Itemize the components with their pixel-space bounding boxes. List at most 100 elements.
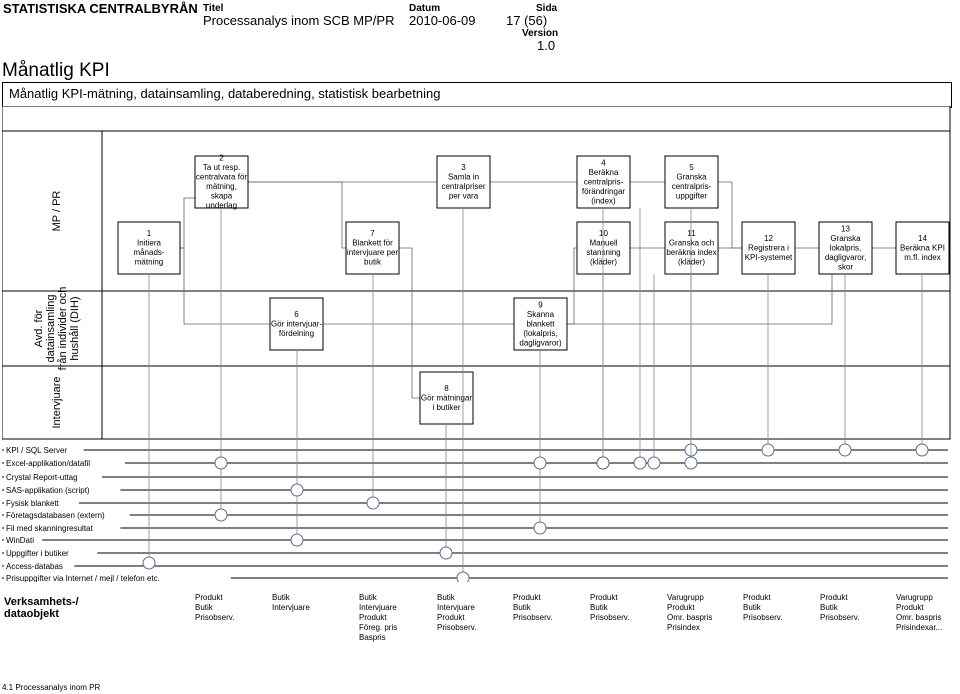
process-number: 2 bbox=[219, 154, 224, 163]
dataobject-line: Varugrupp bbox=[896, 593, 933, 602]
process-number: 7 bbox=[370, 229, 375, 238]
system-label: Företagsdatabasen (extern) bbox=[6, 511, 105, 520]
process-text: centralpris- bbox=[584, 177, 624, 186]
dataobject-line: Butik bbox=[590, 603, 608, 612]
system-marker bbox=[290, 533, 304, 547]
process-text: fördelning bbox=[279, 329, 314, 338]
dataobject-line: Prisobserv. bbox=[820, 613, 860, 622]
system-label: SAS-applikation (script) bbox=[6, 486, 90, 495]
dataobject-1: Produkt Butik Prisobserv. bbox=[195, 593, 234, 623]
dataobject-line: Prisobserv. bbox=[437, 623, 477, 632]
dataobject-line: Intervjuare bbox=[272, 603, 310, 612]
lane bbox=[2, 365, 951, 440]
page-title: Månatlig KPI bbox=[2, 60, 110, 81]
process-text: skapa bbox=[211, 192, 233, 201]
lane-label: Intervjuare bbox=[51, 377, 63, 429]
system-label: WinDati bbox=[6, 536, 34, 545]
doc-date: 2010-06-09 bbox=[409, 13, 476, 28]
dataobject-4: Butik Intervjuare Produkt Prisobserv. bbox=[437, 593, 476, 633]
dataobjects-title-line: dataobjekt bbox=[4, 608, 60, 620]
system-marker bbox=[142, 556, 156, 570]
dataobject-line: Intervjuare bbox=[359, 603, 397, 612]
dataobject-6: Produkt Butik Prisobserv. bbox=[590, 593, 629, 623]
system-marker bbox=[214, 456, 228, 470]
process-text: dagligvaror, bbox=[825, 253, 866, 262]
process-text: Beräkna bbox=[589, 168, 619, 177]
system-marker bbox=[838, 443, 852, 457]
dataobject-10: Varugrupp Produkt Omr. baspris Prisindexar.… bbox=[896, 593, 942, 633]
process-text: beräkna index bbox=[666, 248, 716, 257]
system-marker bbox=[533, 521, 547, 535]
process-box-7: 7Blankett förintervjuare perbutik bbox=[345, 221, 400, 275]
system-label: Excel-applikation/datafil bbox=[6, 459, 90, 468]
dataobject-line: Butik bbox=[359, 593, 377, 602]
dataobject-line: Prisobserv. bbox=[590, 613, 630, 622]
process-text: skor bbox=[838, 262, 853, 271]
dataobject-9: Produkt Butik Prisobserv. bbox=[820, 593, 859, 623]
process-text: Beräkna KPI bbox=[900, 243, 945, 252]
dataobject-7: Varugrupp Produkt Omr. baspris Prisindex bbox=[667, 593, 712, 633]
process-box-1: 1Initieramånads-mätning bbox=[117, 221, 181, 275]
process-text: dagligvaror) bbox=[519, 338, 562, 347]
process-text: Skanna bbox=[527, 310, 555, 319]
system-marker bbox=[596, 456, 610, 470]
dataobject-line: Butik bbox=[437, 593, 455, 602]
process-number: 14 bbox=[918, 234, 927, 243]
system-marker bbox=[290, 483, 304, 497]
dataobject-line: Butik bbox=[195, 603, 213, 612]
process-number: 6 bbox=[294, 310, 299, 319]
dataobject-line: Prisobserv. bbox=[743, 613, 783, 622]
dataobject-line: Produkt bbox=[743, 593, 771, 602]
system-marker bbox=[633, 456, 647, 470]
lane-label: datainsamling bbox=[45, 295, 57, 363]
system-marker bbox=[366, 496, 380, 510]
dataobject-line: Butik bbox=[272, 593, 290, 602]
lane-label: hushåll (DIH) bbox=[69, 296, 81, 360]
process-text: Manuell bbox=[589, 239, 617, 248]
dataobject-line: Produkt bbox=[513, 593, 541, 602]
process-text: (kläder) bbox=[590, 258, 617, 267]
process-box-4: 4Beräknacentralpris-förändringar(index) bbox=[576, 155, 631, 209]
lane-label: från individer och bbox=[57, 287, 69, 371]
process-number: 3 bbox=[461, 163, 466, 172]
dataobject-line: Prisobserv. bbox=[513, 613, 553, 622]
dataobject-line: Butik bbox=[743, 603, 761, 612]
process-number: 4 bbox=[601, 158, 606, 167]
dataobject-line: Omr. baspris bbox=[896, 613, 942, 622]
dataobject-3: Butik Intervjuare Produkt Föreg. pris Baspri… bbox=[359, 593, 397, 643]
process-text: Gör intervjuar- bbox=[271, 319, 322, 328]
process-text: mätning bbox=[135, 258, 163, 267]
dataobject-line: Produkt bbox=[896, 603, 924, 612]
process-text: lokalpris, bbox=[830, 243, 862, 252]
dataobject-line: Butik bbox=[513, 603, 531, 612]
dataobject-2: Butik Intervjuare bbox=[272, 593, 310, 613]
process-text: centralpris- bbox=[672, 182, 712, 191]
dataobjects-title: Verksamhets-/ dataobjekt bbox=[4, 596, 79, 620]
dataobject-line: Produkt bbox=[590, 593, 618, 602]
process-box-6: 6Gör intervjuar-fördelning bbox=[269, 297, 324, 351]
dataobject-line: Föreg. pris bbox=[359, 623, 398, 632]
system-marker bbox=[439, 546, 453, 560]
process-text: Registrera i bbox=[748, 243, 789, 252]
lane-label: Avd. för bbox=[33, 309, 45, 347]
process-text: Granska bbox=[830, 234, 861, 243]
lane bbox=[2, 290, 951, 367]
process-box-2: 2Ta ut resp.centralvara förmätning,skapa… bbox=[194, 154, 249, 210]
dataobject-line: Produkt bbox=[667, 603, 695, 612]
dataobject-line: Produkt bbox=[820, 593, 848, 602]
process-text: KPI-systemet bbox=[745, 253, 793, 262]
process-text: butik bbox=[364, 258, 382, 267]
dataobject-line: Varugrupp bbox=[667, 593, 704, 602]
process-text: intervjuare per bbox=[347, 248, 398, 257]
dataobject-line: Prisindexar... bbox=[896, 623, 943, 632]
process-text: Initiera bbox=[137, 239, 162, 248]
system-label: Fysisk blankett bbox=[6, 499, 60, 508]
process-number: 5 bbox=[689, 163, 694, 172]
dataobject-line: Omr. baspris bbox=[667, 613, 713, 622]
process-text: Granska och bbox=[669, 239, 714, 248]
process-number: 9 bbox=[538, 300, 543, 309]
process-text: centralpriser bbox=[441, 182, 485, 191]
dataobject-8: Produkt Butik Prisobserv. bbox=[743, 593, 782, 623]
process-box-5: 5Granskacentralpris-uppgifter bbox=[664, 155, 719, 209]
process-number: 13 bbox=[841, 224, 850, 233]
